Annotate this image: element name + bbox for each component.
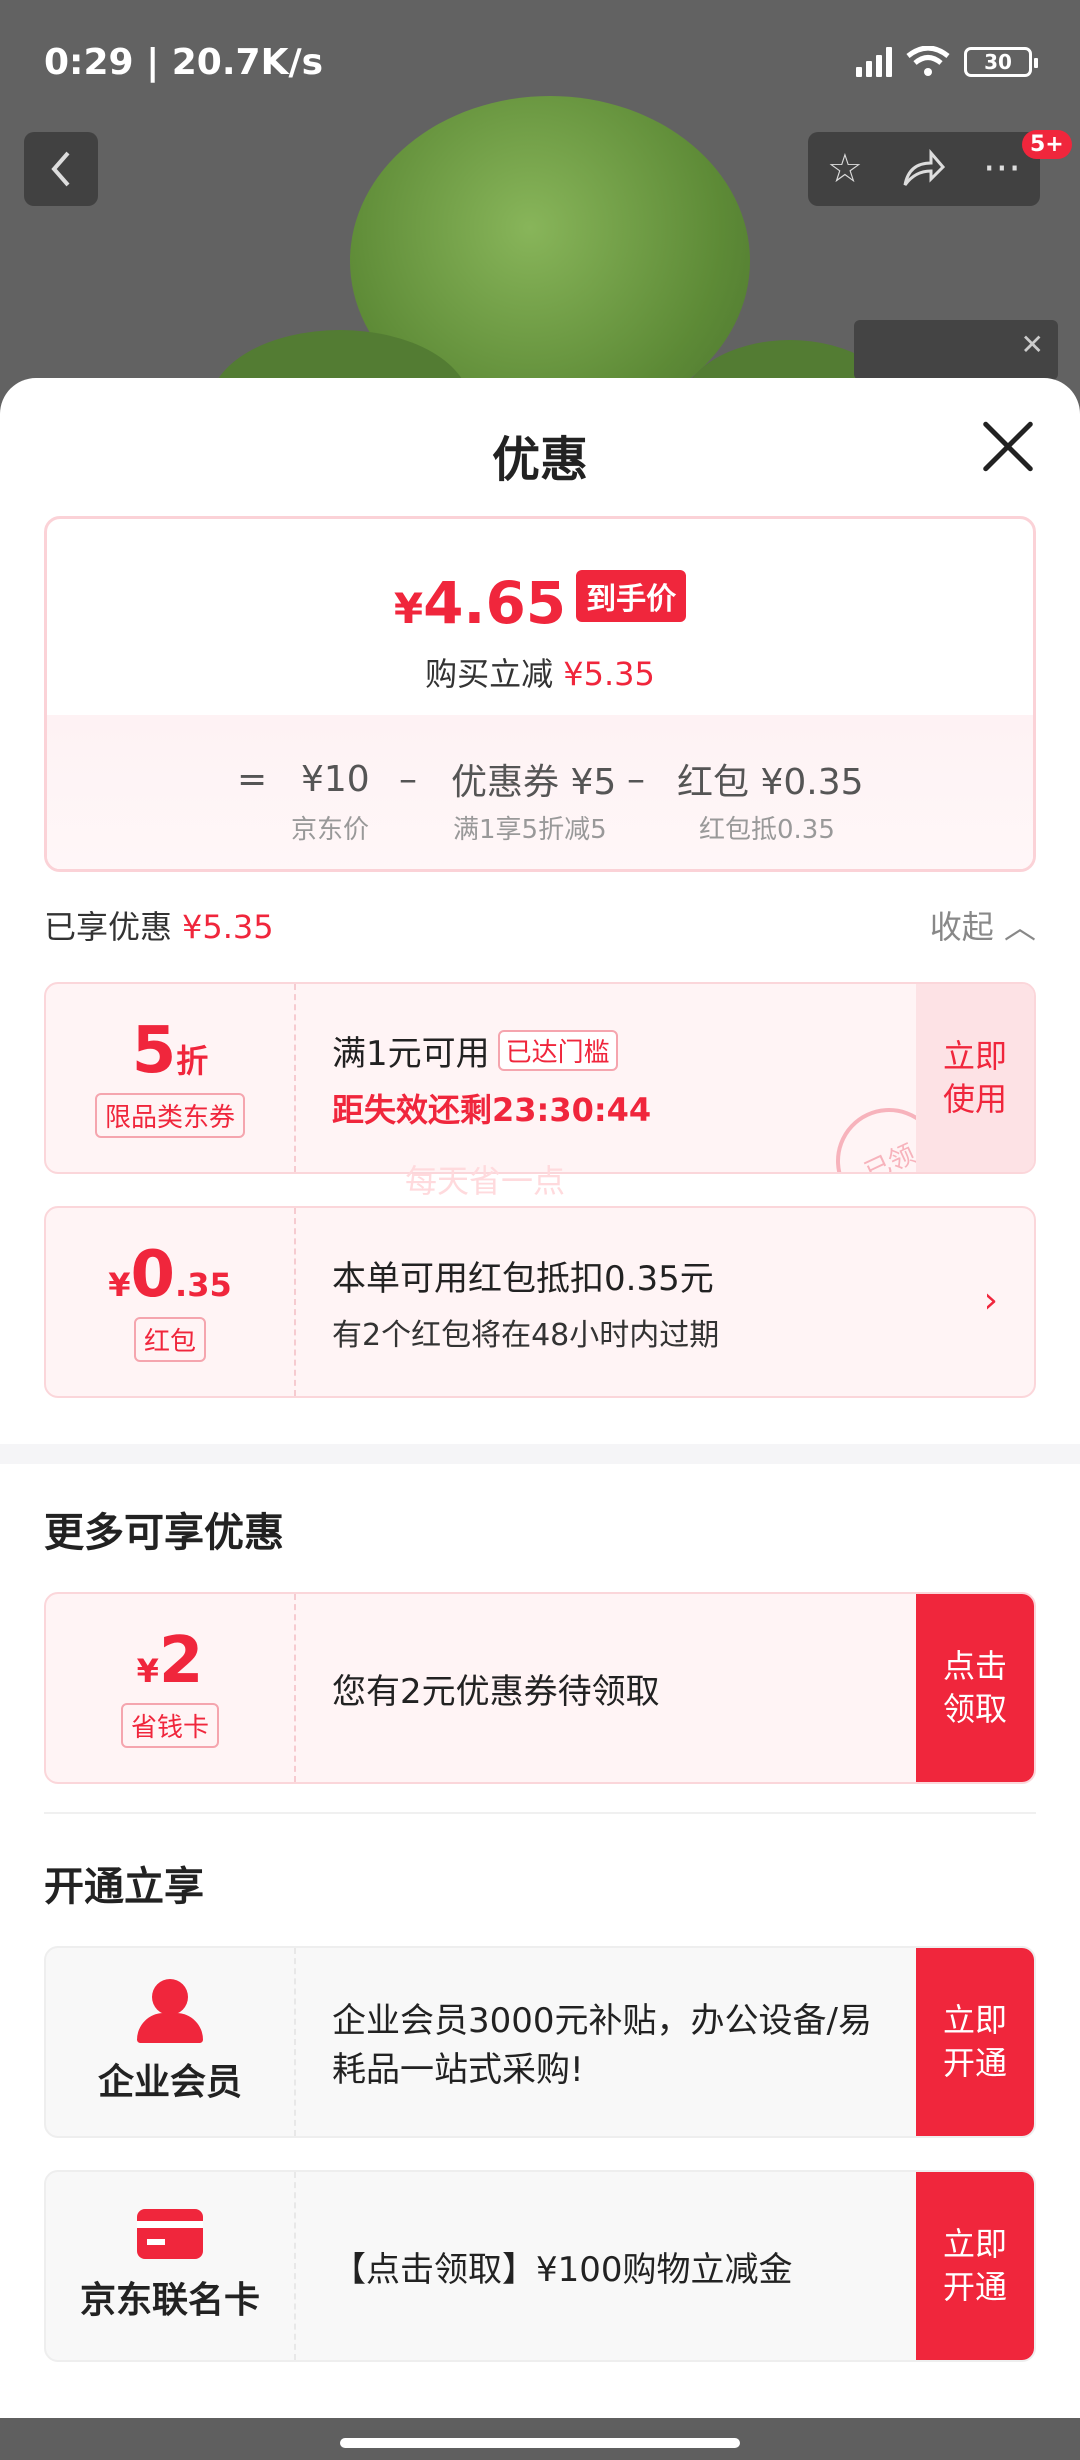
coupon-label: 满1享5折减5 <box>453 815 607 845</box>
close-button[interactable] <box>980 418 1036 474</box>
use-now-label: 立即使用 <box>942 1036 1007 1118</box>
redpacket-value: ¥0.35 <box>108 1243 231 1307</box>
favorite-star-icon[interactable]: ☆ <box>827 146 863 192</box>
claim-button[interactable]: 点击领取 <box>916 1594 1034 1782</box>
savings-type: 省钱卡 <box>120 1702 219 1748</box>
cobrand-card[interactable]: 京东联名卡 【点击领取】¥100购物立减金 立即开通 <box>44 2170 1036 2362</box>
section-divider <box>0 1444 1080 1464</box>
user-icon <box>137 1979 203 2043</box>
claim-label: 点击领取 <box>942 1646 1007 1728</box>
redpacket-int: 0 <box>130 1237 176 1312</box>
enterprise-member-card[interactable]: 企业会员 企业会员3000元补贴，办公设备/易耗品一站式采购! 立即开通 <box>44 1946 1036 2138</box>
savings-number: 2 <box>158 1623 204 1698</box>
more-icon[interactable]: ··· <box>983 146 1021 192</box>
top-actions: ☆ ··· <box>808 132 1040 206</box>
close-icon[interactable]: ✕ <box>1021 328 1044 361</box>
enterprise-block: 企业会员 <box>46 1948 296 2136</box>
cobrand-text: 【点击领取】¥100购物立减金 <box>332 2249 793 2290</box>
final-price-value: 4.65 <box>423 569 567 637</box>
floating-video[interactable]: ✕ <box>854 320 1058 380</box>
credit-card-icon <box>137 2209 203 2259</box>
enjoyed-discount: 已享优惠 ¥5.35 <box>44 902 274 948</box>
minus-sign: – <box>627 758 645 800</box>
savings-text: 您有2元优惠券待领取 <box>332 1671 660 1712</box>
coupon-value-block: 5折 限品类东券 <box>46 984 296 1172</box>
enterprise-name: 企业会员 <box>97 2062 242 2103</box>
redpacket-card[interactable]: ¥0.35 红包 本单可用红包抵扣0.35元 有2个红包将在48小时内过期 › <box>44 1206 1036 1398</box>
open-cobrand-button[interactable]: 立即开通 <box>916 2172 1034 2360</box>
savings-info: 您有2元优惠券待领取 <box>332 1594 660 1782</box>
instant-save: 购买立减 ¥5.35 <box>47 649 1033 695</box>
back-button[interactable] <box>24 132 98 206</box>
collapse-button[interactable]: 收起 ︿ <box>930 902 1036 948</box>
enterprise-text: 企业会员3000元补贴，办公设备/易耗品一站式采购! <box>332 2001 872 2090</box>
price-summary: ¥4.65 到手价 购买立减 ¥5.35 = ¥10 – 优惠券 ¥5 – 红包 … <box>44 516 1036 872</box>
redpacket-type: 红包 <box>133 1316 206 1362</box>
redpacket-expiry: 有2个红包将在48小时内过期 <box>332 1317 720 1353</box>
cobrand-name: 京东联名卡 <box>79 2280 260 2321</box>
chevron-left-icon <box>51 151 70 187</box>
coupon-info: 满1元可用 已达门槛 距失效还剩23:30:44 <box>332 984 651 1172</box>
coupon-condition-text: 满1元可用 <box>332 1033 490 1074</box>
currency-symbol: ¥ <box>108 1265 131 1304</box>
currency-symbol: ¥ <box>136 1651 159 1690</box>
open-label: 立即开通 <box>942 2224 1007 2306</box>
discount-sheet: 优惠 ¥4.65 到手价 购买立减 ¥5.35 = ¥10 – 优惠券 ¥5 – … <box>0 378 1080 2418</box>
final-price: ¥4.65 到手价 <box>47 569 1033 637</box>
wifi-icon <box>906 46 950 76</box>
chevron-up-icon: ︿ <box>1003 908 1036 946</box>
equals-sign: = <box>237 758 268 800</box>
home-indicator[interactable] <box>340 2438 740 2448</box>
instant-save-value: ¥5.35 <box>563 655 655 693</box>
coupon-card[interactable]: 5折 限品类东券 满1元可用 已达门槛 距失效还剩23:30:44 已领 立即使用 <box>44 982 1036 1174</box>
coupon-type: 限品类东券 <box>94 1092 245 1138</box>
redpacket-label: 红包抵0.35 <box>699 815 835 845</box>
savings-value: ¥2 <box>137 1629 204 1693</box>
redpacket-value-block: ¥0.35 红包 <box>46 1208 296 1396</box>
jd-price: ¥10 <box>301 758 370 800</box>
currency-symbol: ¥ <box>393 584 424 633</box>
divider-line <box>44 1812 1036 1814</box>
coupon-value: 5折 <box>132 1019 209 1083</box>
coupon-number: 5 <box>131 1013 177 1088</box>
coupon-expiry: 距失效还剩23:30:44 <box>332 1090 652 1129</box>
sheet-title: 优惠 <box>491 432 588 488</box>
use-now-button[interactable]: 立即使用 <box>916 984 1034 1172</box>
signal-icon <box>856 47 892 77</box>
cobrand-block: 京东联名卡 <box>46 2172 296 2360</box>
enjoyed-label: 已享优惠 <box>44 908 173 946</box>
cobrand-info: 【点击领取】¥100购物立减金 <box>332 2172 892 2360</box>
minus-sign: – <box>399 758 417 800</box>
enterprise-info: 企业会员3000元补贴，办公设备/易耗品一站式采购! <box>332 1948 892 2136</box>
jd-price-label: 京东价 <box>291 815 370 845</box>
enjoyed-value: ¥5.35 <box>182 908 274 946</box>
coupon-condition: 满1元可用 已达门槛 <box>332 1026 651 1075</box>
more-discounts-title: 更多可享优惠 <box>44 1510 284 1556</box>
redpacket-info: 本单可用红包抵扣0.35元 有2个红包将在48小时内过期 <box>332 1208 719 1396</box>
savings-card[interactable]: ¥2 省钱卡 您有2元优惠券待领取 点击领取 <box>44 1592 1036 1784</box>
open-label: 立即开通 <box>942 2000 1007 2082</box>
battery-icon: 30 <box>964 47 1038 77</box>
coupon-amount: 优惠券 ¥5 <box>451 762 617 803</box>
redpacket-deduct: 本单可用红包抵扣0.35元 <box>332 1258 714 1299</box>
open-enjoy-title: 开通立享 <box>44 1864 204 1910</box>
status-time: 0:29 | 20.7K/s <box>44 42 324 83</box>
final-price-tag: 到手价 <box>576 570 687 622</box>
collapse-label: 收起 <box>929 908 994 946</box>
savings-value-block: ¥2 省钱卡 <box>46 1594 296 1782</box>
message-badge: 5+ <box>1022 130 1072 159</box>
redpacket-dec: .35 <box>175 1265 232 1304</box>
status-icons: 30 <box>856 46 1038 78</box>
coupon-unit: 折 <box>176 1041 209 1080</box>
price-formula: = ¥10 – 优惠券 ¥5 – 红包 ¥0.35 <box>47 749 1033 809</box>
instant-save-label: 购买立减 <box>425 655 554 693</box>
chevron-right-icon: › <box>983 1280 998 1321</box>
redpacket-amount: 红包 ¥0.35 <box>677 762 864 803</box>
share-icon[interactable] <box>901 149 945 189</box>
open-enterprise-button[interactable]: 立即开通 <box>916 1948 1034 2136</box>
threshold-badge: 已达门槛 <box>497 1029 618 1071</box>
watermark-text: 每天省一点 <box>405 1162 566 1200</box>
